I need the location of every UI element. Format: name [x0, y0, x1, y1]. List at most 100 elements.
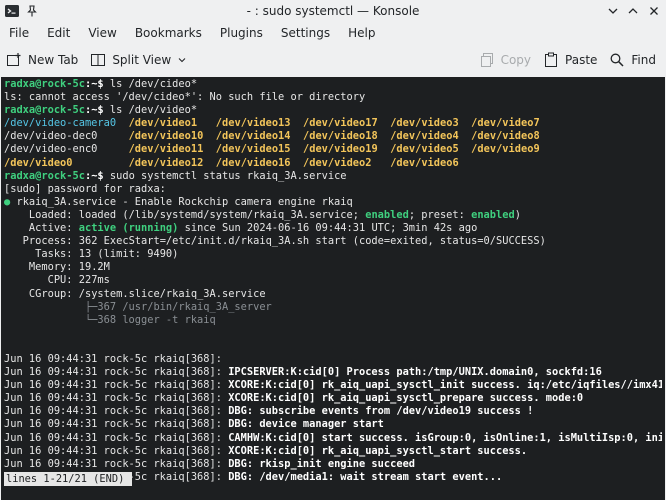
split-view-button[interactable]: Split View [84, 47, 193, 73]
log-line: Jun 16 09:44:31 rock-5c rkaiq[368]: XCOR… [4, 392, 662, 405]
copy-button[interactable]: Copy [473, 47, 537, 73]
device-file: /dev/video11 [128, 143, 204, 156]
device-file: /dev/video10 [128, 130, 204, 143]
paste-label: Paste [565, 53, 598, 67]
device-file: /dev/video1 [128, 117, 204, 130]
log-prefix: Jun 16 09:44:31 rock-5c rkaiq[368]: [4, 418, 222, 431]
menu-bookmarks[interactable]: Bookmarks [129, 26, 208, 40]
cgroup-value: /system.slice/rkaiq_3A.service [72, 287, 266, 300]
preset-state: enabled [471, 208, 515, 221]
device-special: /dev/video-camera0 [4, 117, 117, 130]
split-view-icon [91, 54, 106, 66]
ls-row: /dev/video0 /dev/video12 /dev/video16 /d… [4, 157, 662, 170]
device-special: /dev/video-dec0 [4, 130, 117, 143]
command-text: ls /dev/cideo* [103, 78, 198, 90]
maximize-icon[interactable] [625, 3, 641, 19]
log-prefix: Jun 16 09:44:31 rock-5c rkaiq[368]: [4, 444, 222, 457]
memory-line: Memory: 19.2M [4, 261, 662, 274]
device-file: /dev/video2 [302, 156, 378, 169]
log-line: Jun 16 09:44:31 rock-5c rkaiq[368]: XCOR… [4, 445, 662, 458]
memory-value: 19.2M [72, 261, 110, 274]
log-prefix: Jun 16 09:44:31 rock-5c rkaiq[368]: [4, 392, 222, 405]
menu-settings[interactable]: Settings [275, 26, 336, 40]
pager-status: lines 1-21/21 (END) [4, 472, 133, 486]
cgroup-child: ├─367 /usr/bin/rkaiq_3A_server [4, 300, 272, 313]
paste-button[interactable]: Paste [537, 47, 603, 73]
command-text: ls /dev/video* [103, 104, 198, 117]
active-since: since Sun 2024-06-16 09:44:31 UTC; 3min … [178, 222, 478, 235]
command-text: sudo systemctl status rkaiq_3A.service [103, 169, 347, 182]
menu-file[interactable]: File [3, 26, 35, 40]
process-line: Process: 362 ExecStart=/etc/init.d/rkaiq… [4, 235, 662, 248]
device-file: /dev/video9 [471, 143, 540, 156]
device-file: /dev/video7 [471, 117, 540, 130]
device-file: /dev/video0 [4, 156, 117, 169]
loaded-path: loaded (/lib/systemd/system/rkaiq_3A.ser… [72, 208, 366, 221]
copy-icon [480, 53, 493, 67]
cgroup-child: └─368 logger -t rkaiq [4, 313, 216, 326]
prompt-user: radxa@rock-5c [4, 104, 85, 117]
log-prefix: Jun 16 09:44:31 rock-5c rkaiq[368]: [4, 352, 222, 365]
new-tab-button[interactable]: New Tab [0, 47, 84, 73]
new-tab-label: New Tab [28, 53, 79, 67]
log-message: IPCSERVER:K:cid[0] Process path:/tmp/UNI… [221, 366, 602, 379]
device-file: /dev/video4 [390, 130, 459, 143]
find-button[interactable]: Find [603, 47, 662, 73]
minimize-icon[interactable] [605, 3, 621, 19]
menu-view[interactable]: View [82, 26, 122, 40]
search-icon [610, 53, 624, 67]
copy-label: Copy [500, 53, 532, 67]
active-label: Active: [4, 222, 73, 235]
log-line: Jun 16 09:44:31 rock-5c rkaiq[368]: DBG:… [4, 418, 662, 431]
command-line: radxa@rock-5c:~$ ls /dev/video* [4, 104, 662, 117]
terminal-output[interactable]: radxa@rock-5c:~$ ls /dev/cideo* ls: cann… [1, 77, 665, 500]
log-line: Jun 16 09:44:31 rock-5c rkaiq[368]: [4, 353, 662, 366]
menu-edit[interactable]: Edit [41, 26, 76, 40]
device-file: /dev/video5 [390, 143, 459, 156]
chevron-down-icon [178, 58, 186, 63]
log-line: Jun 16 09:44:31 rock-5c rkaiq[368]: IPCS… [4, 366, 662, 379]
ls-row: /dev/video-enc0 /dev/video11 /dev/video1… [4, 143, 662, 156]
log-prefix: Jun 16 09:44:31 rock-5c rkaiq[368]: [4, 366, 222, 379]
log-message: CAMHW:K:cid[0] start success. isGroup:0,… [221, 431, 662, 444]
paste-icon [545, 52, 558, 67]
log-line: Jun 16 09:44:31 rock-5c rkaiq[368]: XCOR… [4, 379, 662, 392]
cgroup-label: CGroup: [4, 287, 73, 300]
loaded-line: Loaded: loaded (/lib/systemd/system/rkai… [4, 209, 662, 222]
sudo-prompt: [sudo] password for radxa: [4, 182, 166, 195]
device-file: /dev/video19 [302, 143, 378, 156]
active-state: active (running) [72, 222, 179, 235]
preset-label: ; preset: [408, 208, 472, 221]
device-file: /dev/video3 [390, 117, 459, 130]
log-message: XCORE:K:cid[0] rk_aiq_uapi_sysctl_prepar… [221, 392, 584, 405]
prompt-suffix: :~$ [84, 104, 104, 117]
log-line: Jun 16 09:44:31 rock-5c rkaiq[368]: DBG:… [4, 458, 662, 471]
ls-row: /dev/video-camera0 /dev/video1 /dev/vide… [4, 117, 662, 130]
device-file: /dev/video6 [390, 156, 459, 169]
log-line: Jun 16 09:44:31 rock-5c rkaiq[368]: CAMH… [4, 432, 662, 445]
log-prefix: Jun 16 09:44:31 rock-5c rkaiq[368]: [4, 431, 222, 444]
device-special: /dev/video-enc0 [4, 143, 117, 156]
log-message: XCORE:K:cid[0] rk_aiq_uapi_sysctl_init s… [221, 379, 662, 392]
device-file: /dev/video14 [215, 130, 291, 143]
device-file: /dev/video17 [302, 117, 378, 130]
process-value: 362 ExecStart=/etc/init.d/rkaiq_3A.sh st… [72, 235, 546, 248]
log-message: DBG: device manager start [221, 418, 384, 431]
active-line: Active: active (running) since Sun 2024-… [4, 222, 662, 235]
title-bar: - : sudo systemctl — Konsole [0, 0, 666, 22]
split-view-label: Split View [112, 53, 172, 67]
enabled-state: enabled [365, 208, 409, 221]
command-line: radxa@rock-5c:~$ sudo systemctl status r… [4, 170, 662, 183]
menu-plugins[interactable]: Plugins [214, 26, 269, 40]
loaded-end: ) [514, 208, 521, 221]
menu-bar: File Edit View Bookmarks Plugins Setting… [0, 22, 666, 44]
pager-status-text: lines 1-21/21 (END) [6, 473, 125, 485]
cpu-value: 227ms [72, 274, 110, 287]
device-file: /dev/video16 [215, 156, 291, 169]
cpu-line: CPU: 227ms [4, 274, 662, 287]
menu-help[interactable]: Help [342, 26, 381, 40]
close-icon[interactable] [646, 3, 662, 19]
log-line: Jun 16 09:44:31 rock-5c rkaiq[368]: DBG:… [4, 405, 662, 418]
tasks-value: 13 (limit: 9490) [72, 248, 179, 261]
